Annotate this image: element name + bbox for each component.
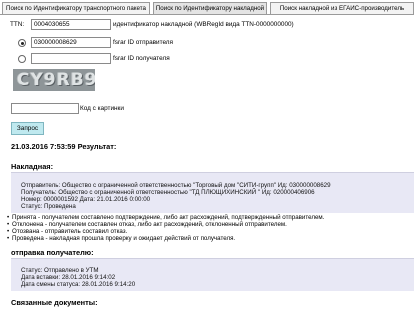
captcha-text: CY9RB9	[17, 70, 95, 90]
invoice-sender: Отправитель: Общество с ограниченной отв…	[21, 182, 331, 189]
sender-input[interactable]: 030000008629	[31, 37, 111, 48]
tab-egais-producer[interactable]: Поиск накладной из ЕГАИС-производитель	[270, 2, 414, 14]
invoice-receiver: Получатель: Общество с ограниченной отве…	[21, 189, 315, 196]
send-insert-date: Дата вставки: 28.01.2016 9:14:02	[21, 274, 116, 281]
ttn-hint: идентификатор накладной (WBRegId вида TT…	[113, 21, 294, 28]
submit-button[interactable]: Запрос	[11, 122, 44, 135]
captcha-label: Код с картинки	[80, 105, 124, 112]
captcha-input[interactable]	[11, 103, 79, 114]
receiver-hint: fsrar ID получателя	[113, 55, 170, 62]
send-status-date: Дата смены статуса: 28.01.2016 9:14:20	[21, 281, 136, 288]
list-item: • Принята - получателем составлено подтве…	[7, 214, 325, 221]
captcha-image: CY9RB9	[13, 69, 95, 91]
send-panel: Статус: Отправлено в УТМ Дата вставки: 2…	[11, 258, 414, 291]
receiver-input[interactable]	[31, 53, 111, 64]
result-heading: 21.03.2016 7:53:59 Результат:	[11, 142, 117, 151]
send-heading: отправка получателю:	[11, 248, 94, 257]
sender-hint: fsrar ID отправителя	[113, 39, 173, 46]
list-item: • Отклонена - получателем составлен отказ…	[7, 221, 287, 228]
sender-radio[interactable]	[18, 39, 26, 47]
invoice-status: Статус: Проведена	[21, 203, 76, 210]
ttn-label: TTN:	[10, 21, 25, 28]
tab-divider	[0, 14, 414, 15]
send-status: Статус: Отправлено в УТМ	[21, 267, 99, 274]
invoice-heading: Накладная:	[11, 162, 54, 171]
invoice-number: Номер: 0000001592 Дата: 21.01.2016 0:00:…	[21, 196, 151, 203]
list-item: • Отозвана - отправитель составил отказ.	[7, 228, 128, 235]
linked-heading: Связанные документы:	[11, 298, 98, 307]
list-item: • Проведена - накладная прошла проверку и…	[7, 235, 236, 242]
invoice-panel: Отправитель: Общество с ограниченной отв…	[11, 172, 414, 213]
tab-transport-package[interactable]: Поиск по Идентификатору транспортного па…	[2, 2, 150, 14]
ttn-input[interactable]: 0004030655	[31, 19, 111, 30]
receiver-radio[interactable]	[18, 55, 26, 63]
tab-invoice-id[interactable]: Поиск по Идентификатору накладной	[153, 2, 267, 14]
